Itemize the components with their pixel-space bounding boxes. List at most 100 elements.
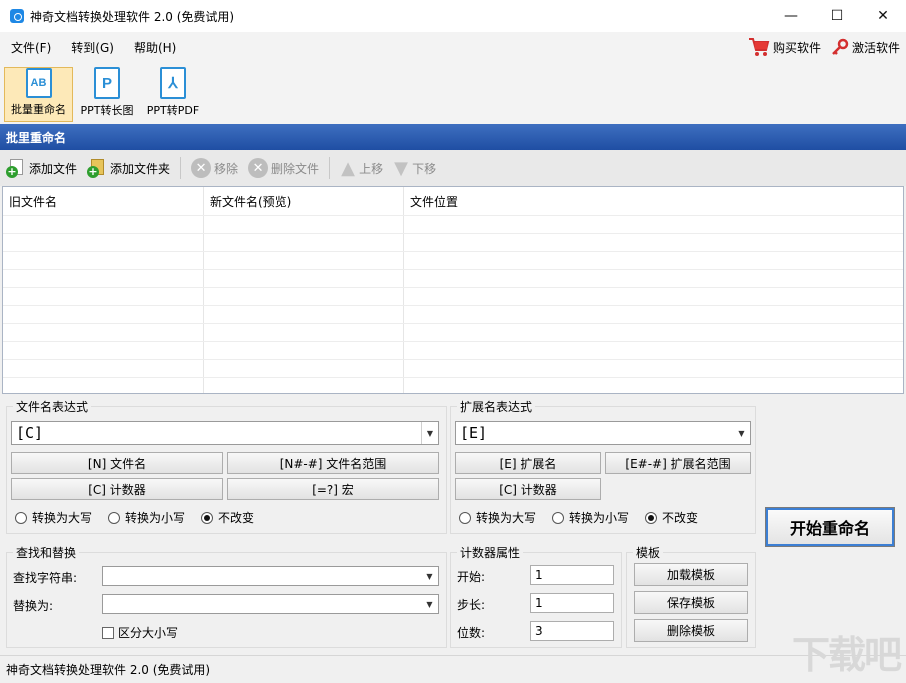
arrow-up-icon: ▲ bbox=[341, 157, 355, 179]
window-title: 神奇文档转换处理软件 2.0 (免费试用) bbox=[30, 9, 235, 24]
counter-start-input[interactable]: 1 bbox=[530, 565, 614, 585]
save-template-button[interactable]: 保存模板 bbox=[634, 591, 748, 614]
file-list[interactable]: 旧文件名 新文件名(预览) 文件位置 bbox=[2, 186, 904, 394]
toolbar-separator bbox=[329, 157, 331, 179]
find-replace-group: 查找和替换 查找字符串: ▼ 替换为: ▼ 区分大小写 bbox=[6, 544, 447, 648]
insert-ext-counter-button[interactable]: [C] 计数器 bbox=[455, 478, 601, 500]
extension-uppercase-radio[interactable]: 转换为大写 bbox=[459, 509, 536, 526]
menu-help[interactable]: 帮助(H) bbox=[123, 39, 185, 56]
extension-expression-select[interactable]: [E] ▼ bbox=[455, 421, 751, 445]
menu-goto[interactable]: 转到(G) bbox=[60, 39, 123, 56]
minimize-button[interactable]: — bbox=[768, 0, 814, 32]
insert-counter-button[interactable]: [C] 计数器 bbox=[11, 478, 223, 500]
insert-filename-button[interactable]: [N] 文件名 bbox=[11, 452, 223, 474]
column-old-name[interactable]: 旧文件名 bbox=[3, 187, 204, 215]
insert-extension-range-button[interactable]: [E#-#] 扩展名范围 bbox=[605, 452, 751, 474]
insert-extension-button[interactable]: [E] 扩展名 bbox=[455, 452, 601, 474]
filename-expression-group: 文件名表达式 [C] ▼ [N] 文件名 [N#-#] 文件名范围 [C] 计数… bbox=[6, 398, 447, 534]
add-file-label: 添加文件 bbox=[29, 161, 78, 176]
buy-software-link[interactable]: 购买软件 bbox=[748, 37, 821, 57]
add-folder-button[interactable]: + 添加文件夹 bbox=[87, 158, 170, 178]
template-title: 模板 bbox=[633, 544, 664, 561]
counter-properties-title: 计数器属性 bbox=[457, 544, 524, 561]
filename-lowercase-radio[interactable]: 转换为小写 bbox=[108, 509, 185, 526]
table-row bbox=[3, 233, 903, 251]
insert-macro-button[interactable]: [=?] 宏 bbox=[227, 478, 439, 500]
delete-file-button[interactable]: ✕ 删除文件 bbox=[248, 158, 319, 178]
move-down-label: 下移 bbox=[412, 161, 437, 176]
table-row bbox=[3, 305, 903, 323]
filename-keep-radio[interactable]: 不改变 bbox=[201, 509, 254, 526]
move-down-button[interactable]: ▼ 下移 bbox=[393, 158, 437, 179]
remove-button[interactable]: ✕ 移除 bbox=[191, 158, 238, 178]
checkbox-box bbox=[102, 626, 114, 639]
file-list-header: 旧文件名 新文件名(预览) 文件位置 bbox=[3, 187, 903, 215]
add-folder-icon: + bbox=[87, 158, 107, 178]
delete-icon: ✕ bbox=[248, 158, 269, 178]
menu-bar: 文件(F) 转到(G) 帮助(H) 购买软件 激活软件 bbox=[0, 32, 906, 62]
table-row bbox=[3, 323, 903, 341]
table-row bbox=[3, 359, 903, 377]
counter-properties-group: 计数器属性 开始: 1 步长: 1 位数: 3 bbox=[450, 544, 622, 648]
buy-software-label: 购买软件 bbox=[772, 40, 821, 55]
tab-batch-rename[interactable]: AB 批量重命名 bbox=[4, 67, 73, 122]
status-text: 神奇文档转换处理软件 2.0 (免费试用) bbox=[6, 663, 211, 677]
add-file-icon: + bbox=[6, 158, 26, 178]
column-new-name[interactable]: 新文件名(预览) bbox=[204, 187, 404, 215]
chevron-down-icon: ▼ bbox=[738, 428, 745, 438]
add-folder-label: 添加文件夹 bbox=[110, 161, 171, 176]
toolbar-separator bbox=[180, 157, 182, 179]
extension-case-options: 转换为大写 转换为小写 不改变 bbox=[459, 509, 714, 526]
add-file-button[interactable]: + 添加文件 bbox=[6, 158, 77, 178]
extension-lowercase-radio[interactable]: 转换为小写 bbox=[552, 509, 629, 526]
find-string-label: 查找字符串: bbox=[13, 571, 78, 585]
insert-filename-range-button[interactable]: [N#-#] 文件名范围 bbox=[227, 452, 439, 474]
replace-with-input[interactable]: ▼ bbox=[102, 594, 439, 614]
find-replace-title: 查找和替换 bbox=[13, 544, 80, 561]
cart-icon bbox=[748, 38, 770, 56]
section-header: 批里重命名 bbox=[0, 124, 906, 150]
menu-right-actions: 购买软件 激活软件 bbox=[748, 32, 900, 62]
filename-case-options: 转换为大写 转换为小写 不改变 bbox=[15, 509, 270, 526]
delete-template-button[interactable]: 删除模板 bbox=[634, 619, 748, 642]
counter-step-label: 步长: bbox=[457, 598, 486, 612]
activate-software-label: 激活软件 bbox=[851, 40, 900, 55]
extension-expression-group: 扩展名表达式 [E] ▼ [E] 扩展名 [E#-#] 扩展名范围 [C] 计数… bbox=[450, 398, 756, 534]
move-up-label: 上移 bbox=[359, 161, 384, 176]
status-bar: 神奇文档转换处理软件 2.0 (免费试用) bbox=[0, 655, 906, 683]
counter-digits-input[interactable]: 3 bbox=[530, 621, 614, 641]
remove-icon: ✕ bbox=[191, 158, 212, 178]
table-row bbox=[3, 251, 903, 269]
filename-expression-value: [C] bbox=[16, 424, 44, 442]
menu-file[interactable]: 文件(F) bbox=[0, 39, 60, 56]
maximize-button[interactable]: ☐ bbox=[814, 0, 860, 32]
move-up-button[interactable]: ▲ 上移 bbox=[340, 157, 384, 179]
filename-uppercase-radio[interactable]: 转换为大写 bbox=[15, 509, 92, 526]
key-icon bbox=[832, 38, 849, 55]
extension-keep-radio[interactable]: 不改变 bbox=[645, 509, 698, 526]
case-sensitive-label: 区分大小写 bbox=[118, 626, 179, 640]
column-location[interactable]: 文件位置 bbox=[404, 187, 903, 215]
ppt-icon: P bbox=[94, 67, 120, 99]
template-group: 模板 加载模板 保存模板 删除模板 bbox=[626, 544, 756, 648]
title-bar: 神奇文档转换处理软件 2.0 (免费试用) — ☐ ✕ bbox=[0, 0, 906, 32]
pdf-icon: ⅄ bbox=[160, 67, 186, 99]
replace-with-label: 替换为: bbox=[13, 599, 54, 613]
table-row bbox=[3, 377, 903, 393]
table-row bbox=[3, 341, 903, 359]
tab-ppt-to-image[interactable]: P PPT转长图 bbox=[75, 67, 139, 122]
filename-expression-select[interactable]: [C] ▼ bbox=[11, 421, 439, 445]
tab-ppt-to-pdf[interactable]: ⅄ PPT转PDF bbox=[143, 67, 203, 122]
file-toolbar: + 添加文件 + 添加文件夹 ✕ 移除 ✕ 删除文件 ▲ 上移 ▼ 下移 bbox=[0, 150, 906, 186]
table-row bbox=[3, 269, 903, 287]
delete-file-label: 删除文件 bbox=[271, 161, 320, 176]
tab-ppt-to-image-label: PPT转长图 bbox=[80, 104, 134, 117]
remove-label: 移除 bbox=[214, 161, 239, 176]
close-button[interactable]: ✕ bbox=[860, 0, 906, 32]
load-template-button[interactable]: 加载模板 bbox=[634, 563, 748, 586]
start-rename-button[interactable]: 开始重命名 bbox=[765, 507, 895, 547]
activate-software-link[interactable]: 激活软件 bbox=[831, 38, 900, 56]
counter-step-input[interactable]: 1 bbox=[530, 593, 614, 613]
find-string-input[interactable]: ▼ bbox=[102, 566, 439, 586]
case-sensitive-checkbox[interactable]: 区分大小写 bbox=[102, 624, 178, 641]
